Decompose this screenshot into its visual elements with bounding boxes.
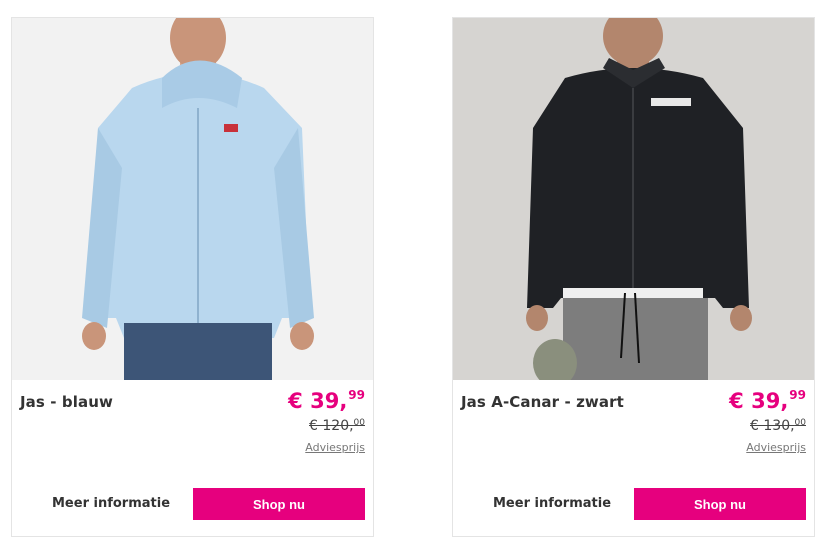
sale-price: € 39,99 bbox=[729, 388, 806, 413]
price-cents: 99 bbox=[348, 388, 365, 402]
old-price-whole: € 130, bbox=[750, 418, 795, 434]
price-cents: 99 bbox=[789, 388, 806, 402]
price-whole: € 39, bbox=[729, 389, 789, 413]
price-whole: € 39, bbox=[288, 389, 348, 413]
old-price-whole: € 120, bbox=[309, 418, 354, 434]
more-info-link[interactable]: Meer informatie bbox=[493, 496, 611, 511]
old-price-cents: 00 bbox=[794, 418, 806, 428]
advice-price-link[interactable]: Adviesprijs bbox=[305, 441, 365, 454]
black-jacket-photo bbox=[453, 18, 814, 380]
old-price: € 130,00 bbox=[750, 418, 806, 434]
advice-price-link[interactable]: Adviesprijs bbox=[746, 441, 806, 454]
old-price: € 120,00 bbox=[309, 418, 365, 434]
product-image[interactable] bbox=[12, 18, 373, 380]
shop-now-button[interactable]: Shop nu bbox=[193, 488, 365, 520]
product-title[interactable]: Jas A-Canar - zwart bbox=[461, 393, 624, 411]
blue-jacket-photo bbox=[12, 18, 373, 380]
old-price-cents: 00 bbox=[353, 418, 365, 428]
product-card: Jas A-Canar - zwart € 39,99 € 130,00 Adv… bbox=[452, 17, 815, 537]
shop-now-button[interactable]: Shop nu bbox=[634, 488, 806, 520]
product-image[interactable] bbox=[453, 18, 814, 380]
sale-price: € 39,99 bbox=[288, 388, 365, 413]
product-title[interactable]: Jas - blauw bbox=[20, 393, 113, 411]
product-card: Jas - blauw € 39,99 € 120,00 Adviesprijs… bbox=[11, 17, 374, 537]
more-info-link[interactable]: Meer informatie bbox=[52, 496, 170, 511]
